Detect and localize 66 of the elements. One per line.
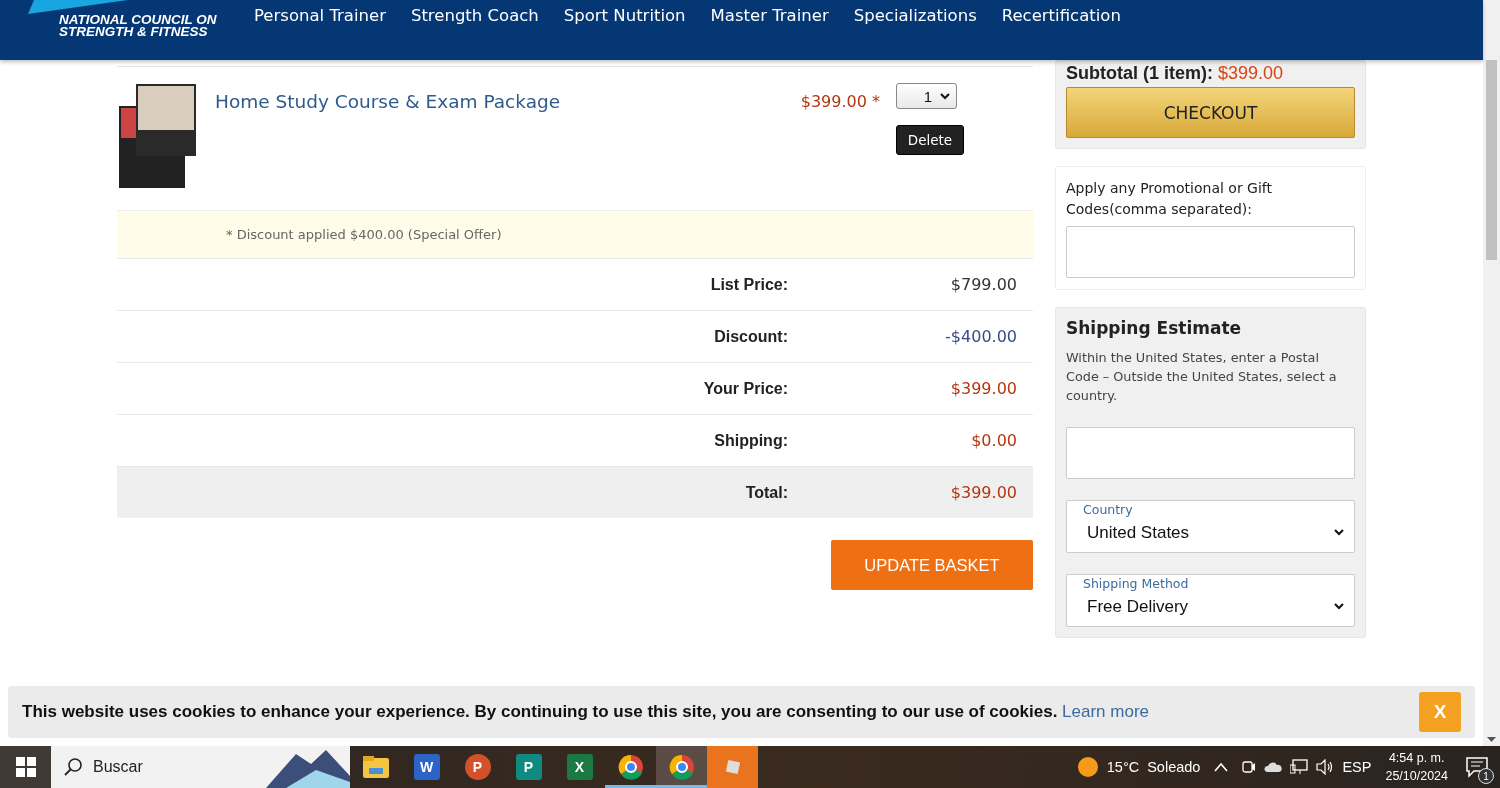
logo-text: STRENGTH & FITNESS xyxy=(59,26,208,38)
summary-label: Discount: xyxy=(714,327,788,346)
country-select[interactable]: Country United States xyxy=(1066,500,1355,553)
cloud-icon[interactable] xyxy=(1264,761,1283,773)
summary-value: $799.00 xyxy=(950,275,1017,294)
subtotal-text: Subtotal (1 item): $399.00 xyxy=(1066,62,1284,85)
taskbar-app-button[interactable]: P xyxy=(452,746,503,788)
nav-link[interactable]: Personal Trainer xyxy=(254,6,386,28)
notification-button[interactable]: 1 xyxy=(1462,752,1492,782)
message-icon xyxy=(1466,756,1488,778)
summary-value: $399.00 xyxy=(950,483,1017,502)
publisher-app-icon: P xyxy=(515,754,542,780)
discount-note: * Discount applied $400.00 (Special Offer) xyxy=(226,227,502,242)
nav-link[interactable]: Specializations xyxy=(853,6,977,28)
summary-value: -$400.00 xyxy=(945,327,1017,346)
taskbar-app-button[interactable]: P xyxy=(503,746,554,788)
folder-icon xyxy=(362,756,389,778)
taskbar-app-button[interactable]: X xyxy=(554,746,605,788)
weather-text[interactable]: Soleado xyxy=(1147,759,1201,775)
start-button[interactable] xyxy=(0,746,51,788)
nav-link[interactable]: Master Trainer xyxy=(710,6,829,28)
learn-more-link[interactable]: Learn more xyxy=(1062,702,1150,721)
summary-label: List Price: xyxy=(710,275,788,294)
nav-link[interactable]: Recertification xyxy=(1001,6,1121,28)
shipping-method-select[interactable]: Shipping Method Free Delivery xyxy=(1066,574,1355,627)
temperature-text[interactable]: 15°C xyxy=(1106,759,1140,775)
shipping-instructions: Within the United States, enter a Postal Code – Outside the United States, select a country. xyxy=(1066,349,1338,405)
notification-badge: 1 xyxy=(1478,768,1494,784)
product-title-link[interactable]: Home Study Course & Exam Package xyxy=(215,83,561,113)
browser-icon xyxy=(668,754,695,780)
taskbar-app-button[interactable]: W xyxy=(401,746,452,788)
nav-link[interactable]: Sport Nutrition xyxy=(563,6,686,28)
chevron-down-icon xyxy=(1334,529,1344,536)
postal-code-field[interactable] xyxy=(1066,427,1355,479)
chevron-down-icon xyxy=(1334,603,1344,610)
windows-logo-icon xyxy=(15,757,36,777)
camera-icon[interactable] xyxy=(1242,758,1257,776)
logo-text: NATIONAL COUNCIL ON xyxy=(59,14,217,26)
clock[interactable]: 4:54 p. m. 25/10/2024 xyxy=(1385,749,1448,785)
taskbar-search-field[interactable]: Buscar xyxy=(51,746,350,788)
summary-label: Shipping: xyxy=(714,431,788,450)
powerpoint-app-icon: P xyxy=(464,754,491,780)
cookie-message: This website uses cookies to enhance your experience. By continuing to use this site, you are consenting to our use of cookies. Learn more xyxy=(22,702,1151,722)
quantity-select[interactable]: 1 xyxy=(896,83,957,109)
item-price: $399.00 * xyxy=(800,91,881,112)
browser-icon xyxy=(617,754,644,780)
checkout-button[interactable]: CHECKOUT xyxy=(1066,87,1355,138)
language-indicator[interactable]: ESP xyxy=(1342,759,1372,775)
taskbar-app-button[interactable] xyxy=(656,746,707,788)
network-icon[interactable] xyxy=(1290,759,1309,775)
summary-label: Total: xyxy=(745,483,788,502)
search-icon xyxy=(63,757,83,777)
promo-label: Apply any Promotional or Gift Codes(comma separated): xyxy=(1066,179,1273,219)
excel-app-icon: X xyxy=(566,754,593,780)
word-app-icon: W xyxy=(413,754,440,780)
summary-label: Your Price: xyxy=(703,379,788,398)
shipping-title: Shipping Estimate xyxy=(1066,318,1242,338)
delete-button[interactable]: Delete xyxy=(896,125,964,155)
summary-value: $399.00 xyxy=(950,379,1017,398)
speaker-icon[interactable] xyxy=(1316,759,1335,775)
sun-icon[interactable] xyxy=(1076,756,1099,778)
nav-link[interactable]: Strength Coach xyxy=(410,6,539,28)
promo-code-field[interactable] xyxy=(1066,226,1355,278)
summary-value: $0.00 xyxy=(971,431,1017,450)
chevron-down-icon xyxy=(940,92,950,100)
scrollbar-thumb[interactable] xyxy=(1486,60,1497,260)
